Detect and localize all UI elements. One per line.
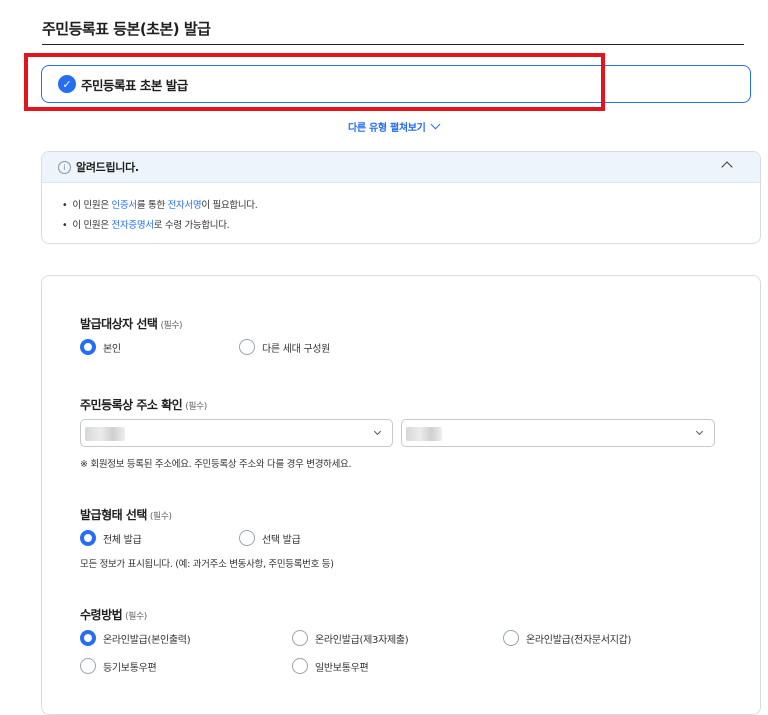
radio-label: 온라인발급(본인출력) bbox=[103, 634, 191, 646]
blurred-value bbox=[85, 427, 125, 441]
notice-header[interactable]: i 알려드립니다. bbox=[42, 152, 760, 183]
radio-label: 온라인발급(제3자제출) bbox=[315, 634, 409, 646]
radio-label: 다른 세대 구성원 bbox=[262, 343, 331, 355]
radio-issue-full[interactable]: 전체 발급 bbox=[80, 530, 142, 546]
radio-dot bbox=[80, 658, 96, 674]
more-types-toggle[interactable]: 다른 유형 펼쳐보기 bbox=[348, 119, 441, 134]
e-signature-link[interactable]: 전자서명 bbox=[168, 200, 202, 211]
chevron-down-icon bbox=[695, 427, 704, 436]
radio-receive-regular-mail[interactable]: 일반보통우편 bbox=[292, 658, 369, 674]
radio-dot bbox=[292, 630, 308, 646]
radio-receive-online-self[interactable]: 온라인발급(본인출력) bbox=[80, 630, 191, 646]
address-province-select[interactable] bbox=[80, 419, 393, 447]
section-title-receive: 수령방법 (필수) bbox=[80, 608, 147, 622]
section-title-address: 주민등록상 주소 확인 (필수) bbox=[80, 398, 207, 412]
certificate-link[interactable]: 인증서 bbox=[112, 200, 138, 211]
radio-dot bbox=[80, 339, 96, 355]
radio-label: 전체 발급 bbox=[103, 534, 142, 546]
notice-panel: i 알려드립니다. 이 민원은 인증서를 통한 전자서명이 필요합니다. 이 민… bbox=[41, 151, 761, 244]
radio-dot bbox=[292, 658, 308, 674]
address-note: ※ 회원정보 등록된 주소에요. 주민등록상 주소와 다를 경우 변경하세요. bbox=[80, 459, 352, 470]
radio-target-other-member[interactable]: 다른 세대 구성원 bbox=[239, 339, 330, 355]
issue-form-note: 모든 정보가 표시됩니다. (예: 과거주소 변동사항, 주민등록번호 등) bbox=[80, 559, 334, 570]
section-title-issue-form: 발급형태 선택 (필수) bbox=[80, 508, 172, 522]
section-title-target: 발급대상자 선택 (필수) bbox=[80, 317, 183, 331]
radio-receive-online-third-party[interactable]: 온라인발급(제3자제출) bbox=[292, 630, 409, 646]
radio-dot bbox=[239, 530, 255, 546]
blurred-value bbox=[406, 427, 442, 441]
chevron-down-icon bbox=[373, 427, 382, 436]
address-city-select[interactable] bbox=[401, 419, 715, 447]
radio-dot bbox=[503, 630, 519, 646]
red-highlight-box bbox=[24, 53, 605, 111]
radio-label: 일반보통우편 bbox=[315, 662, 369, 674]
radio-dot bbox=[80, 530, 96, 546]
radio-label: 온라인발급(전자문서지갑) bbox=[526, 634, 632, 646]
radio-issue-partial[interactable]: 선택 발급 bbox=[239, 530, 301, 546]
notice-item: 이 민원은 전자증명서로 수령 가능합니다. bbox=[62, 217, 229, 231]
form-panel bbox=[41, 275, 761, 715]
radio-target-self[interactable]: 본인 bbox=[80, 339, 121, 355]
more-types-label: 다른 유형 펼쳐보기 bbox=[348, 123, 426, 134]
radio-label: 등기보통우편 bbox=[103, 662, 157, 674]
page-title: 주민등록표 등본(초본) 발급 bbox=[42, 20, 211, 38]
chevron-down-icon bbox=[430, 119, 441, 130]
e-certificate-link[interactable]: 전자증명서 bbox=[112, 220, 155, 231]
radio-receive-registered-mail[interactable]: 등기보통우편 bbox=[80, 658, 157, 674]
notice-item: 이 민원은 인증서를 통한 전자서명이 필요합니다. bbox=[62, 197, 257, 211]
radio-dot bbox=[239, 339, 255, 355]
radio-dot bbox=[80, 630, 96, 646]
radio-receive-online-wallet[interactable]: 온라인발급(전자문서지갑) bbox=[503, 630, 631, 646]
title-divider bbox=[42, 44, 744, 45]
radio-label: 선택 발급 bbox=[262, 534, 301, 546]
radio-label: 본인 bbox=[103, 343, 121, 355]
info-icon: i bbox=[58, 160, 71, 174]
notice-title: 알려드립니다. bbox=[76, 161, 139, 174]
